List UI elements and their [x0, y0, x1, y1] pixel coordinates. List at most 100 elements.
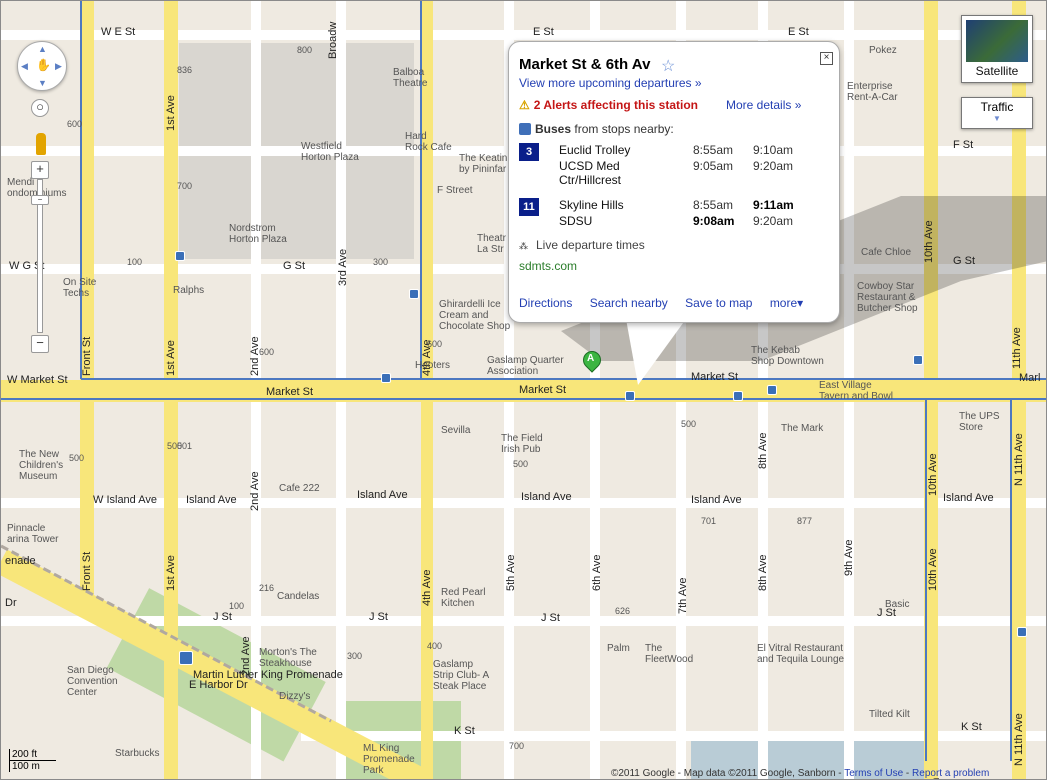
street-label: 5th Ave — [505, 554, 517, 592]
place-label[interactable]: El Vitral Restaurant and Tequila Lounge — [757, 643, 844, 665]
place-label[interactable]: Cafe 222 — [279, 483, 320, 494]
street-label: F St — [953, 139, 974, 151]
traffic-label: Traffic — [980, 100, 1014, 114]
place-label[interactable]: East Village Tavern and Bowl — [819, 380, 893, 402]
street-label: E St — [788, 26, 809, 38]
place-label[interactable]: The Mark — [781, 423, 823, 434]
place-label[interactable]: Balboa Theatre — [393, 67, 427, 89]
scale-bar: 200 ft 100 m — [9, 749, 64, 772]
satellite-button[interactable]: Satellite — [961, 15, 1033, 83]
bus-stop-icon[interactable] — [625, 391, 635, 401]
map-canvas[interactable]: W E St W G St G St G St F St E St E St W Market… — [0, 0, 1047, 780]
place-label[interactable]: Hard Rock Cafe — [405, 131, 452, 153]
street-label: Martin Luther King Promenade — [193, 669, 343, 681]
bus-stop-icon[interactable] — [1017, 627, 1027, 637]
place-label[interactable]: Westfield Horton Plaza — [301, 141, 359, 163]
bus-stop-icon[interactable] — [409, 289, 419, 299]
street-label: 10th Ave — [923, 220, 935, 263]
directions-link[interactable]: Directions — [519, 296, 572, 310]
pan-down-icon[interactable]: ▼ — [38, 78, 47, 88]
bus-stop-icon[interactable] — [381, 373, 391, 383]
place-label[interactable]: San Diego Convention Center — [67, 665, 118, 698]
save-to-map-link[interactable]: Save to map — [685, 296, 752, 310]
more-link[interactable]: more▾ — [770, 296, 803, 310]
place-label[interactable]: Ralphs — [173, 285, 204, 296]
star-icon[interactable]: ☆ — [661, 56, 675, 76]
place-label[interactable]: Dizzy's — [279, 691, 310, 702]
pan-right-icon[interactable]: ▶ — [55, 61, 62, 72]
bus-stop-icon[interactable] — [733, 391, 743, 401]
terms-of-use-link[interactable]: Terms of Use — [844, 768, 903, 779]
infowindow-tail — [626, 319, 686, 385]
route-number-badge[interactable]: 3 — [519, 143, 539, 161]
view-more-departures-link[interactable]: View more upcoming departures » — [519, 76, 702, 90]
zoom-in-button[interactable]: + — [31, 161, 49, 179]
place-label[interactable]: Red Pearl Kitchen — [441, 587, 485, 609]
more-details-link[interactable]: More details » — [726, 98, 801, 112]
report-problem-link[interactable]: Report a problem — [912, 768, 989, 779]
place-label[interactable]: Enterprise Rent-A-Car — [847, 81, 898, 103]
place-label[interactable]: Cafe Chloe — [861, 247, 911, 258]
pegman-icon[interactable] — [36, 133, 46, 155]
close-icon[interactable]: × — [820, 52, 833, 65]
block-number: 600 — [427, 339, 443, 349]
trolley-station-icon[interactable] — [179, 651, 193, 665]
place-label[interactable]: Morton's The Steakhouse — [259, 647, 317, 669]
route-number-badge[interactable]: 11 — [519, 198, 539, 216]
street-label: Island Ave — [521, 491, 572, 503]
place-label[interactable]: F Street — [437, 185, 473, 196]
place-label[interactable]: The Kebab Shop Downtown — [751, 345, 824, 367]
place-label[interactable]: Candelas — [277, 591, 319, 602]
alert-text[interactable]: 2 Alerts affecting this station — [534, 98, 698, 112]
street-label: J St — [541, 612, 560, 624]
place-label[interactable]: Starbucks — [115, 748, 159, 759]
place-label[interactable]: Cowboy Star Restaurant & Butcher Shop — [857, 281, 918, 314]
street-label: W Market St — [7, 374, 68, 386]
block-number: 877 — [797, 516, 813, 526]
place-label[interactable]: Hooters — [415, 360, 450, 371]
source-link[interactable]: sdmts.com — [519, 259, 577, 273]
place-label[interactable]: Nordstrom Horton Plaza — [229, 223, 287, 245]
place-label[interactable]: Basic — [885, 599, 909, 610]
pan-left-icon[interactable]: ◀ — [21, 61, 28, 72]
place-label[interactable]: Gaslamp Quarter Association — [487, 355, 564, 377]
hand-icon: ✋ — [36, 58, 51, 72]
place-label[interactable]: The FleetWood — [645, 643, 693, 665]
traffic-button[interactable]: Traffic ▼ — [961, 97, 1033, 129]
bus-stop-icon[interactable] — [767, 385, 777, 395]
pan-up-icon[interactable]: ▲ — [38, 44, 47, 54]
zoom-out-button[interactable]: − — [31, 335, 49, 353]
place-label[interactable]: Theatr La Str — [477, 233, 506, 255]
pan-control[interactable]: ▲ ◀ ▶ ▼ ✋ — [17, 41, 67, 91]
streetview-circle-icon[interactable]: ○ — [31, 99, 49, 117]
place-label[interactable]: Tilted Kilt — [869, 709, 910, 720]
street-label: 10th Ave — [927, 453, 939, 496]
street-label: K St — [961, 721, 982, 733]
street-label: K St — [454, 725, 475, 737]
live-signal-icon: ⁂ — [519, 241, 528, 251]
place-label[interactable]: Ghirardelli Ice Cream and Chocolate Shop — [439, 299, 510, 332]
place-label[interactable]: Palm — [607, 643, 630, 654]
place-label[interactable]: Pinnacle arina Tower — [7, 523, 59, 545]
place-label[interactable]: Gaslamp Strip Club- A Steak Place — [433, 659, 489, 692]
departure-time: 9:10am — [753, 143, 794, 157]
departure-time: 8:55am — [693, 198, 734, 212]
place-label[interactable]: On Site Techs — [63, 277, 96, 299]
bus-stop-icon[interactable] — [175, 251, 185, 261]
departure-time: 9:20am — [753, 159, 794, 173]
bus-icon — [519, 123, 531, 135]
zoom-slider-handle[interactable]: − — [31, 195, 49, 205]
block-number: 501 — [177, 441, 193, 451]
place-label[interactable]: The New Children's Museum — [19, 449, 63, 482]
street-label: J St — [369, 611, 388, 623]
place-label[interactable]: The Keatin by Pininfar — [459, 153, 507, 175]
place-label[interactable]: The UPS Store — [959, 411, 1000, 433]
place-label[interactable]: Sevilla — [441, 425, 470, 436]
place-label[interactable]: ML King Promenade Park — [363, 743, 415, 776]
place-label[interactable]: Pokez — [869, 45, 897, 56]
block-number: 600 — [67, 119, 83, 129]
place-label[interactable]: The Field Irish Pub — [501, 433, 543, 455]
buses-rest: from stops nearby: — [571, 122, 674, 136]
bus-stop-icon[interactable] — [913, 355, 923, 365]
search-nearby-link[interactable]: Search nearby — [590, 296, 668, 310]
